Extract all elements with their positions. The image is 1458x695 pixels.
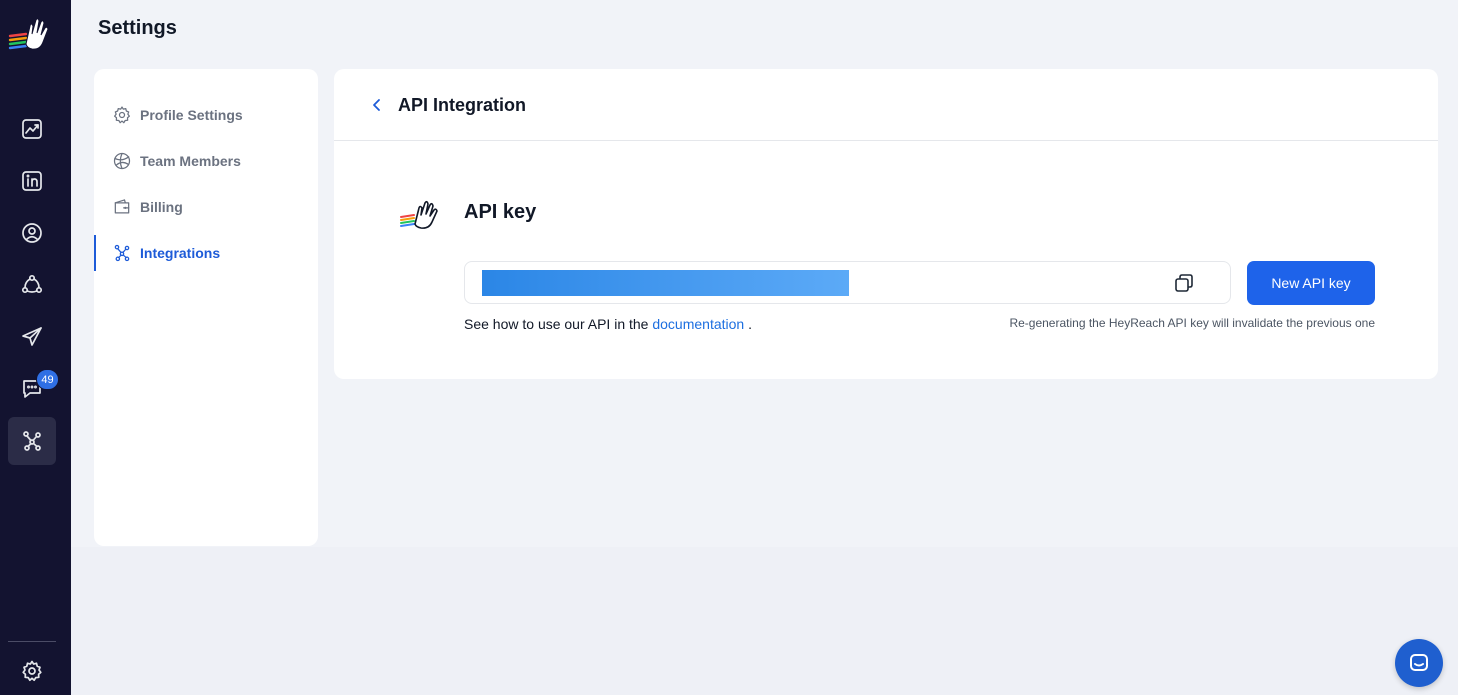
regenerate-warning: Re-generating the HeyReach API key will … <box>1009 316 1375 330</box>
copy-button[interactable] <box>1173 272 1195 294</box>
chevron-left-icon <box>373 99 380 111</box>
api-key-heading: API key <box>464 201 537 223</box>
back-button[interactable] <box>368 95 386 115</box>
network-icon <box>21 274 43 294</box>
rail-settings[interactable] <box>8 647 56 695</box>
linkedin-icon <box>22 171 42 191</box>
rail-integrations[interactable] <box>8 417 56 465</box>
rail-divider <box>8 641 56 642</box>
inbox-unread-badge: 49 <box>36 369 59 390</box>
api-help-text: See how to use our API in the documentat… <box>464 316 752 332</box>
nav-item-label: Billing <box>140 199 183 215</box>
nav-item-integrations[interactable]: Integrations <box>94 235 318 271</box>
settings-nav: Profile Settings Team Members Billing In… <box>94 69 318 546</box>
nav-item-team-members[interactable]: Team Members <box>94 143 318 179</box>
wallet-icon <box>114 199 130 214</box>
rail-campaigns[interactable] <box>8 313 56 361</box>
heyreach-hand-icon <box>400 200 438 229</box>
documentation-link[interactable]: documentation <box>652 316 744 332</box>
heyreach-logo[interactable] <box>8 14 54 54</box>
gear-icon <box>22 660 42 682</box>
help-prefix: See how to use our API in the <box>464 316 649 332</box>
card-header: API Integration <box>334 69 1438 141</box>
integrations-icon <box>114 244 130 262</box>
globe-icon <box>113 152 131 170</box>
api-integration-card: API Integration API key New API key See … <box>334 69 1438 379</box>
rail-linkedin-accounts[interactable] <box>8 157 56 205</box>
bottom-area <box>71 547 1458 695</box>
rail-leads[interactable] <box>8 209 56 257</box>
page-title: Settings <box>98 17 177 39</box>
nav-item-label: Team Members <box>140 153 241 169</box>
api-key-value-redacted <box>482 270 849 296</box>
nav-item-label: Profile Settings <box>140 107 243 123</box>
user-circle-icon <box>22 223 42 243</box>
gear-icon <box>114 106 130 124</box>
app-rail: 49 <box>0 0 71 695</box>
new-api-key-button[interactable]: New API key <box>1247 261 1375 305</box>
card-title: API Integration <box>398 95 527 115</box>
api-key-field[interactable] <box>464 261 1231 304</box>
integrations-icon <box>23 431 41 451</box>
nav-item-label: Integrations <box>140 245 221 261</box>
nav-item-billing[interactable]: Billing <box>94 189 318 225</box>
nav-item-profile-settings[interactable]: Profile Settings <box>94 97 318 133</box>
support-chat-button[interactable] <box>1395 639 1443 687</box>
help-suffix: . <box>748 316 752 332</box>
rail-analytics[interactable] <box>8 105 56 153</box>
send-icon <box>22 327 42 346</box>
trending-chart-icon <box>22 119 42 139</box>
chat-bubble-icon <box>1410 654 1428 671</box>
rail-network[interactable] <box>8 261 56 309</box>
copy-icon <box>1175 274 1193 292</box>
